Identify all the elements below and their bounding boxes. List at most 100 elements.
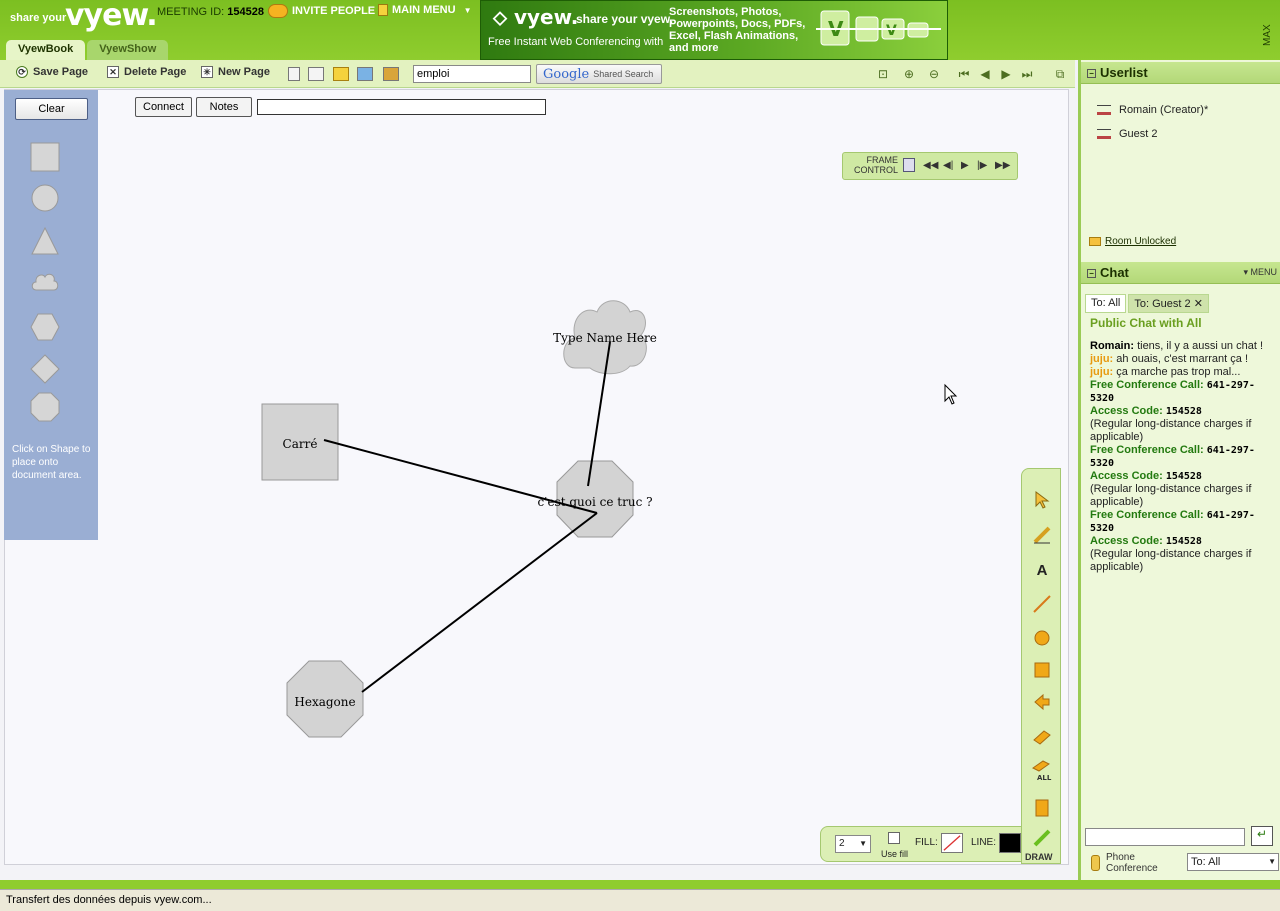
phone-conference-button[interactable]: Phone Conference xyxy=(1091,852,1158,874)
center-octagon-node[interactable] xyxy=(556,460,634,538)
octagon-shape-icon[interactable] xyxy=(30,392,60,422)
connect-button[interactable]: Connect xyxy=(135,97,192,117)
delete-page-label: Delete Page xyxy=(124,66,187,78)
fill-color-swatch[interactable] xyxy=(941,833,963,853)
chevron-down-icon: ▼ xyxy=(463,5,472,15)
select-arrow-icon[interactable] xyxy=(1031,489,1053,511)
use-fill-checkbox[interactable] xyxy=(888,832,900,844)
square-shape-icon[interactable] xyxy=(30,142,60,172)
triangle-shape-icon[interactable] xyxy=(30,226,60,256)
next-page-icon[interactable]: ▶ xyxy=(997,66,1015,82)
draw-properties-bar: 2 ▼ Use fill FILL: LINE: xyxy=(820,826,1022,862)
diamond-shape-icon[interactable] xyxy=(30,354,60,384)
draw-pen-icon[interactable] xyxy=(1031,827,1053,849)
line-tool-icon[interactable] xyxy=(1031,593,1053,615)
maximize-button[interactable]: MAX xyxy=(1262,6,1276,46)
ellipse-tool-icon[interactable] xyxy=(1031,627,1053,649)
square-node[interactable] xyxy=(261,403,339,481)
arrow-shape-icon[interactable] xyxy=(1031,691,1053,713)
chat-message: juju: ça marche pas trop mal... xyxy=(1090,366,1241,378)
invite-people-button[interactable]: INVITE PEOPLE xyxy=(268,4,375,18)
user-list: Romain (Creator)* Guest 2 xyxy=(1097,98,1208,146)
text-tool-icon[interactable]: A xyxy=(1031,559,1053,581)
prev-page-icon[interactable]: ◀ xyxy=(976,66,994,82)
notes-tool-icon[interactable] xyxy=(1031,797,1053,819)
zoom-out-icon[interactable]: ⊖ xyxy=(925,66,943,82)
room-lock-button[interactable]: Room Unlocked xyxy=(1089,236,1176,247)
room-status: Room Unlocked xyxy=(1105,236,1177,247)
eraser-icon[interactable] xyxy=(1031,726,1053,748)
notes-input[interactable] xyxy=(257,99,546,115)
google-logo: Google xyxy=(543,66,590,82)
draw-label: DRAW xyxy=(1025,852,1053,862)
send-icon[interactable]: ↵ xyxy=(1251,826,1273,846)
delete-page-button[interactable]: ✕ Delete Page xyxy=(107,66,186,78)
frame-last-icon[interactable]: ▶▶ xyxy=(995,160,1010,171)
collapse-icon[interactable]: − xyxy=(1087,269,1096,278)
main-menu-button[interactable]: MAIN MENU ▼ xyxy=(378,4,471,16)
frame-first-icon[interactable]: ◀◀ xyxy=(923,160,938,171)
search-input[interactable] xyxy=(413,65,531,83)
shapes-hint-text: Click on Shape to place onto document ar… xyxy=(12,444,91,481)
rectangle-tool-icon[interactable] xyxy=(1031,659,1053,681)
invite-label: INVITE PEOPLE xyxy=(292,5,376,17)
new-page-button[interactable]: ✳ New Page xyxy=(201,66,270,78)
image-icon[interactable] xyxy=(357,67,373,81)
document-area[interactable] xyxy=(4,89,1069,865)
notes-button[interactable]: Notes xyxy=(196,97,252,117)
close-icon[interactable]: ✕ xyxy=(1194,298,1203,310)
user-icon xyxy=(1097,105,1111,115)
first-page-icon[interactable]: ⏮ xyxy=(955,66,973,82)
user-item[interactable]: Romain (Creator)* xyxy=(1097,98,1208,122)
tab-vyewshow[interactable]: VyewShow xyxy=(87,40,169,60)
frame-play-icon[interactable]: ▶ xyxy=(961,160,969,171)
frame-next-icon[interactable]: |▶ xyxy=(977,160,987,171)
blank-page-icon[interactable] xyxy=(288,67,300,81)
logo-small-text: share your xyxy=(10,12,67,24)
tab-vyewbook[interactable]: VyewBook xyxy=(6,40,86,60)
new-page-icon: ✳ xyxy=(201,66,213,78)
hexagon-shape-icon[interactable] xyxy=(30,312,60,342)
chat-menu-button[interactable]: ▾ MENU xyxy=(1243,267,1277,278)
frame-settings-icon[interactable] xyxy=(903,158,915,172)
cloud-shape-icon[interactable] xyxy=(30,268,60,298)
conference-info: Free Conference Call: 641-297-5320 Access… xyxy=(1090,379,1255,443)
last-page-icon[interactable]: ⏭ xyxy=(1018,66,1036,82)
user-item[interactable]: Guest 2 xyxy=(1097,122,1208,146)
conference-info: Free Conference Call: 641-297-5320 Access… xyxy=(1090,509,1255,573)
folder-icon[interactable] xyxy=(333,67,349,81)
frame-control-label: FRAME CONTROL xyxy=(853,155,898,175)
unlock-icon xyxy=(1089,237,1101,246)
pencil-icon[interactable] xyxy=(1031,524,1053,546)
ad-banner[interactable]: ⬦ vyew. share your vyew. Free Instant We… xyxy=(480,0,948,60)
banner-art-icon: V V xyxy=(816,10,941,46)
screenshot-icon[interactable] xyxy=(308,67,324,81)
main-menu-label: MAIN MENU xyxy=(392,4,456,16)
picture-frame-icon[interactable] xyxy=(383,67,399,81)
save-page-button[interactable]: ⟳ Save Page xyxy=(16,66,88,78)
banner-logo: ⬦ vyew. xyxy=(493,5,579,29)
vyew-logo[interactable]: vyew. xyxy=(65,0,158,33)
chat-tab-all[interactable]: To: All xyxy=(1085,294,1127,313)
google-search-button[interactable]: Google Shared Search xyxy=(536,64,662,84)
collapse-icon[interactable]: − xyxy=(1087,69,1096,78)
circle-shape-icon[interactable] xyxy=(30,183,60,213)
invite-icon xyxy=(268,4,288,18)
svg-text:ALL: ALL xyxy=(1037,774,1052,781)
save-icon: ⟳ xyxy=(16,66,28,78)
zoom-fit-icon[interactable]: ⊡ xyxy=(874,66,892,82)
frame-prev-icon[interactable]: ◀| xyxy=(943,160,953,171)
line-color-swatch[interactable] xyxy=(999,833,1021,853)
hexagone-node[interactable] xyxy=(286,660,364,738)
clear-button[interactable]: Clear xyxy=(15,98,88,120)
line-size-select[interactable]: 2 ▼ xyxy=(835,835,871,853)
chat-input[interactable] xyxy=(1085,828,1245,846)
erase-all-icon[interactable]: ALL xyxy=(1031,759,1053,781)
chat-messages: Romain: tiens, il y a aussi un chat ! ju… xyxy=(1090,340,1276,574)
chat-tab-guest2[interactable]: To: Guest 2 ✕ xyxy=(1128,294,1209,313)
meeting-id: MEETING ID: 154528 xyxy=(157,6,264,18)
popout-icon[interactable]: ⧉ xyxy=(1051,66,1069,82)
zoom-in-icon[interactable]: ⊕ xyxy=(900,66,918,82)
browser-status-bar: Transfert des données depuis vyew.com... xyxy=(0,889,1280,911)
chat-recipient-select[interactable]: To: All ▼ xyxy=(1187,853,1279,871)
